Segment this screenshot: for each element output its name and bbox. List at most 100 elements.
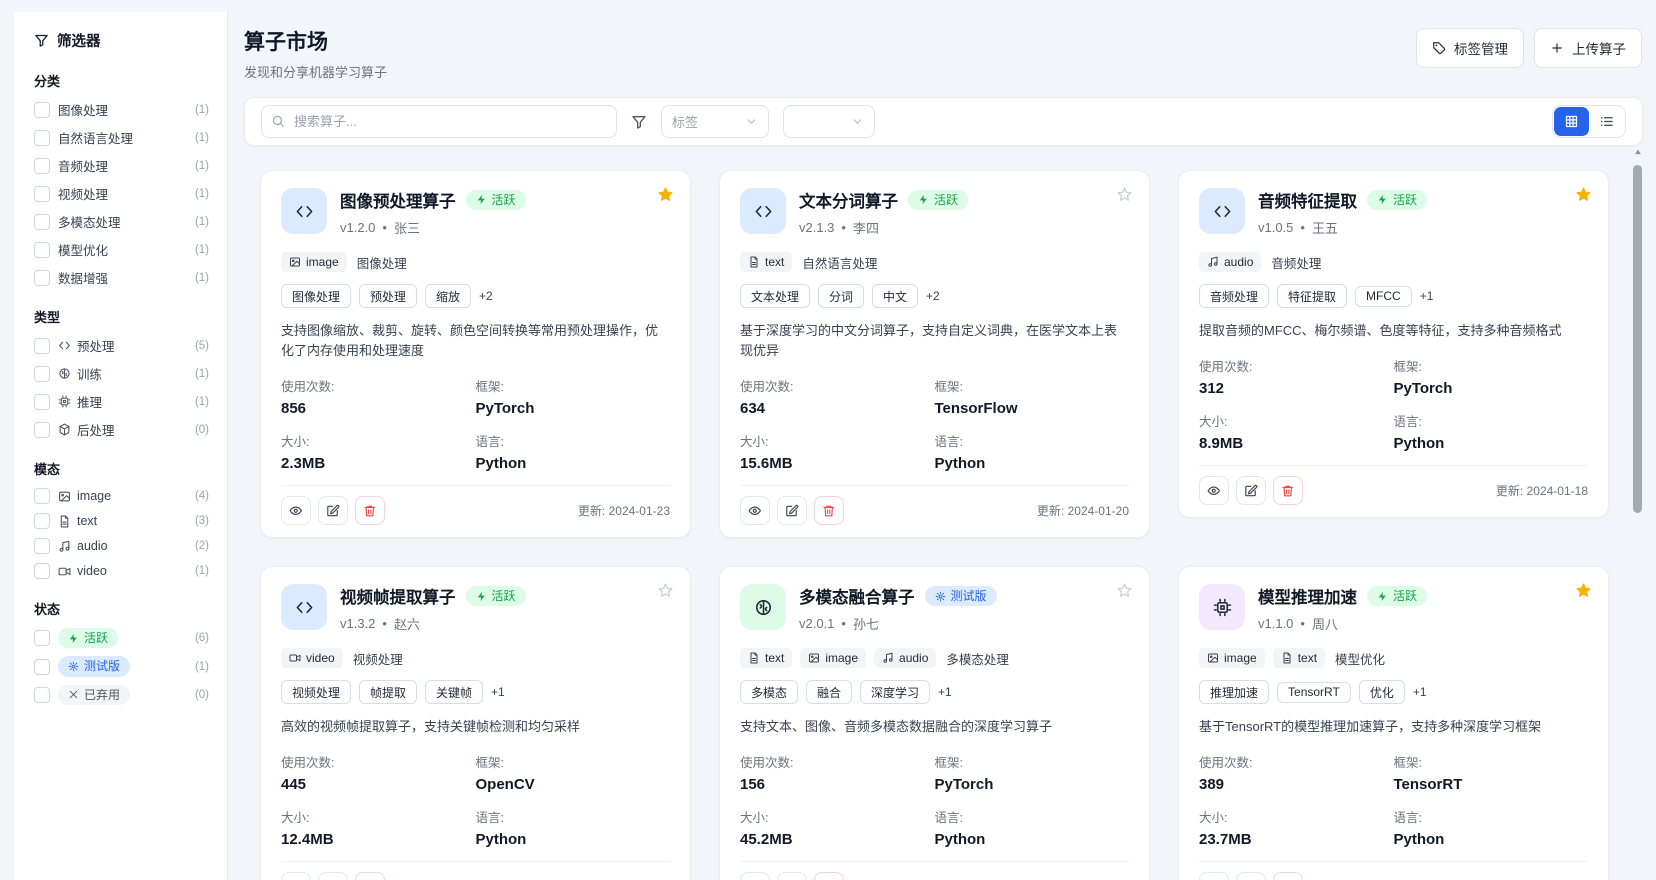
delete-button[interactable] [814, 496, 844, 525]
stat-value: PyTorch [476, 400, 671, 417]
delete-button[interactable] [814, 872, 844, 880]
scrollbar [1633, 144, 1643, 880]
delete-button[interactable] [1273, 476, 1303, 505]
sidebar-item-label: video [77, 564, 107, 578]
modality-row: text自然语言处理 [740, 252, 1129, 272]
checkbox[interactable] [34, 687, 50, 703]
sidebar-section-title: 分类 [34, 71, 209, 90]
edit-button[interactable] [777, 496, 807, 525]
checkbox[interactable] [34, 186, 50, 202]
sidebar-item[interactable]: image(4) [34, 488, 209, 504]
scrollbar-thumb[interactable] [1633, 165, 1642, 513]
favorite-star-icon[interactable] [1575, 582, 1592, 599]
checkbox[interactable] [34, 563, 50, 579]
sidebar-sections: 分类图像处理(1) 自然语言处理(1) 音频处理(1) 视频处理(1) 多模态处理(1)… [34, 71, 209, 705]
edit-button[interactable] [1236, 872, 1266, 880]
operator-meta: v2.1.3•李四 [799, 218, 968, 237]
stat-label: 大小: [740, 431, 935, 450]
stat-label: 框架: [476, 376, 671, 395]
view-button[interactable] [740, 872, 770, 880]
search-input[interactable] [261, 105, 617, 138]
favorite-star-icon[interactable] [1116, 582, 1133, 599]
updated-prefix: 更新: [578, 504, 605, 518]
secondary-filter-select[interactable] [783, 105, 875, 138]
stat-label: 语言: [1394, 411, 1589, 430]
status-label: 测试版 [951, 589, 987, 603]
status-label: 已弃用 [84, 688, 120, 702]
stat-value: TensorRT [1394, 776, 1589, 793]
edit-button[interactable] [777, 872, 807, 880]
sidebar-item[interactable]: 自然语言处理(1) [34, 128, 209, 147]
sidebar-item[interactable]: 后处理(0) [34, 420, 209, 439]
code-icon [58, 339, 71, 352]
checkbox[interactable] [34, 422, 50, 438]
sidebar-item[interactable]: 模型优化(1) [34, 240, 209, 259]
sidebar-item[interactable]: 测试版(1) [34, 656, 209, 676]
sidebar-item[interactable]: 活跃(6) [34, 628, 209, 648]
status-label: 活跃 [934, 193, 958, 207]
item-count: (2) [195, 540, 209, 552]
sidebar-item[interactable]: 音频处理(1) [34, 156, 209, 175]
checkbox[interactable] [34, 270, 50, 286]
favorite-star-icon[interactable] [657, 186, 674, 203]
view-button[interactable] [281, 872, 311, 880]
operator-version: v1.3.2 [340, 616, 375, 631]
sidebar-item[interactable]: audio(2) [34, 538, 209, 554]
checkbox[interactable] [34, 366, 50, 382]
delete-button[interactable] [355, 872, 385, 880]
sidebar-item[interactable]: 图像处理(1) [34, 100, 209, 119]
sidebar-item-label: 自然语言处理 [58, 128, 133, 147]
scroll-up-arrow[interactable] [1633, 147, 1643, 157]
checkbox[interactable] [34, 659, 50, 675]
checkbox[interactable] [34, 214, 50, 230]
checkbox[interactable] [34, 630, 50, 646]
checkbox[interactable] [34, 488, 50, 504]
list-view-button[interactable] [1589, 107, 1624, 136]
favorite-star-icon[interactable] [1575, 186, 1592, 203]
upload-operator-label: 上传算子 [1572, 38, 1626, 58]
checkbox[interactable] [34, 394, 50, 410]
grid-view-button[interactable] [1554, 107, 1589, 136]
view-button[interactable] [1199, 872, 1229, 880]
checkbox[interactable] [34, 102, 50, 118]
edit-button[interactable] [1236, 476, 1266, 505]
operator-title: 图像预处理算子 [340, 188, 456, 212]
checkbox[interactable] [34, 158, 50, 174]
operator-card: 多模态融合算子测试版v2.0.1•孙七textimageaudio多模态处理多模… [719, 566, 1150, 880]
x-icon [68, 689, 79, 700]
view-button[interactable] [740, 496, 770, 525]
sidebar-item[interactable]: 推理(1) [34, 392, 209, 411]
sidebar-title-text: 筛选器 [57, 30, 101, 51]
sidebar-item[interactable]: 数据增强(1) [34, 268, 209, 287]
delete-button[interactable] [355, 496, 385, 525]
tag: 深度学习 [860, 680, 930, 704]
favorite-star-icon[interactable] [657, 582, 674, 599]
sidebar-item[interactable]: video(1) [34, 563, 209, 579]
favorite-star-icon[interactable] [1116, 186, 1133, 203]
view-button[interactable] [281, 496, 311, 525]
tag-filter-select[interactable]: 标签 [661, 105, 769, 138]
sidebar-item[interactable]: 视频处理(1) [34, 184, 209, 203]
operator-author: 张三 [394, 218, 420, 237]
sidebar-item[interactable]: 多模态处理(1) [34, 212, 209, 231]
checkbox[interactable] [34, 130, 50, 146]
sidebar-item[interactable]: 已弃用(0) [34, 685, 209, 705]
operator-category: 视频处理 [353, 649, 403, 668]
edit-button[interactable] [318, 872, 348, 880]
checkbox[interactable] [34, 538, 50, 554]
checkbox[interactable] [34, 338, 50, 354]
view-button[interactable] [1199, 476, 1229, 505]
checkbox[interactable] [34, 513, 50, 529]
sidebar-item[interactable]: text(3) [34, 513, 209, 529]
delete-button[interactable] [1273, 872, 1303, 880]
sidebar-item[interactable]: 训练(1) [34, 364, 209, 383]
edit-button[interactable] [318, 496, 348, 525]
zap-icon [918, 194, 929, 205]
status-badge: 活跃 [466, 190, 526, 210]
sidebar-item[interactable]: 预处理(5) [34, 336, 209, 355]
card-title-block: 音频特征提取活跃v1.0.5•王五 [1258, 188, 1427, 237]
checkbox[interactable] [34, 242, 50, 258]
tag-manage-button[interactable]: 标签管理 [1416, 28, 1524, 68]
stat-value: Python [476, 831, 671, 848]
upload-operator-button[interactable]: 上传算子 [1534, 28, 1642, 68]
